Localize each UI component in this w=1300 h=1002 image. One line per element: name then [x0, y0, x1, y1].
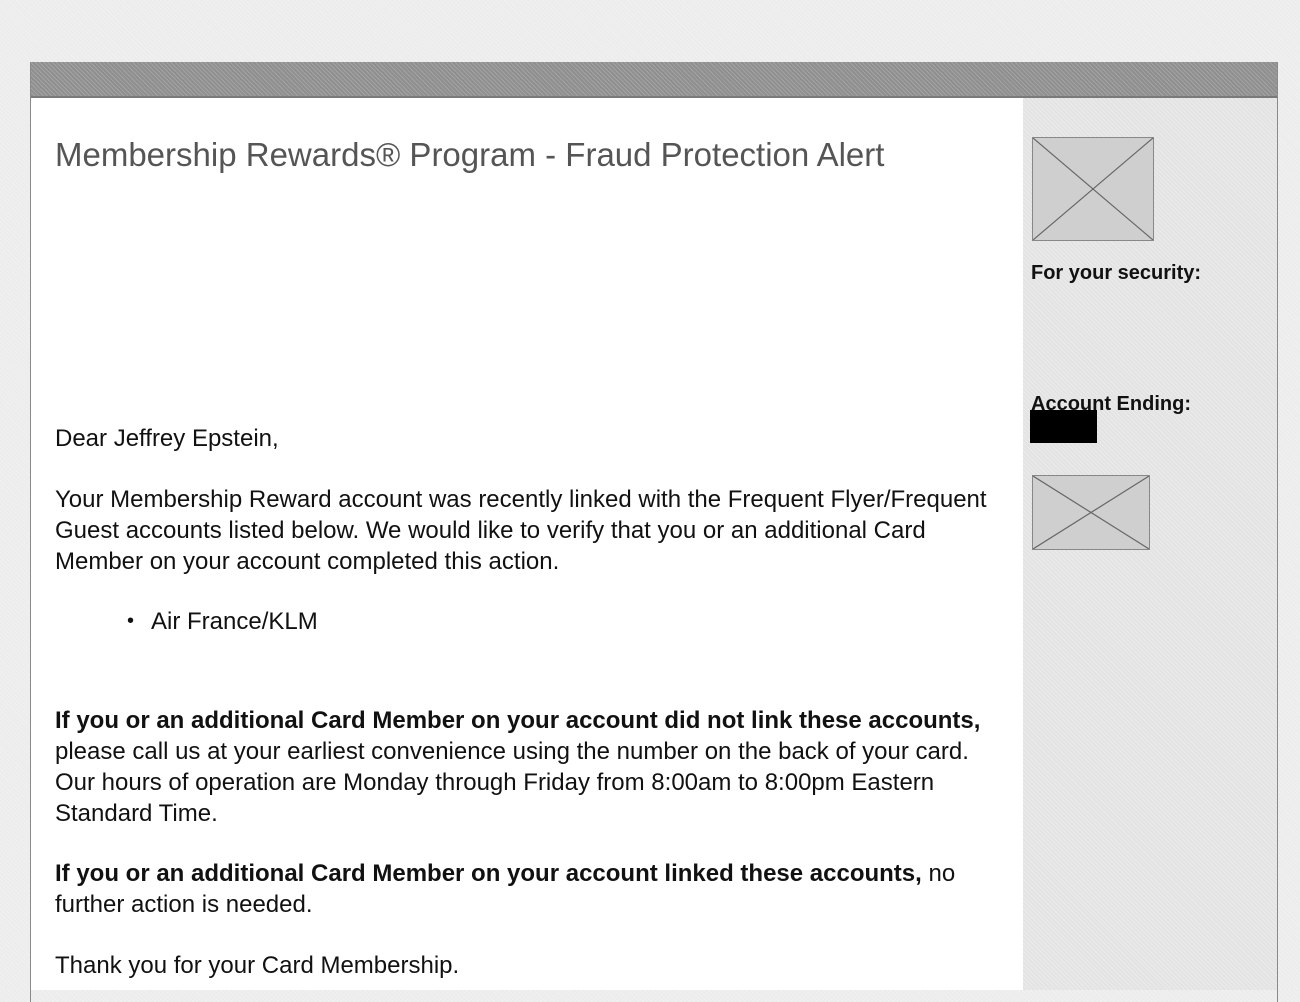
email-frame	[30, 62, 1278, 1002]
